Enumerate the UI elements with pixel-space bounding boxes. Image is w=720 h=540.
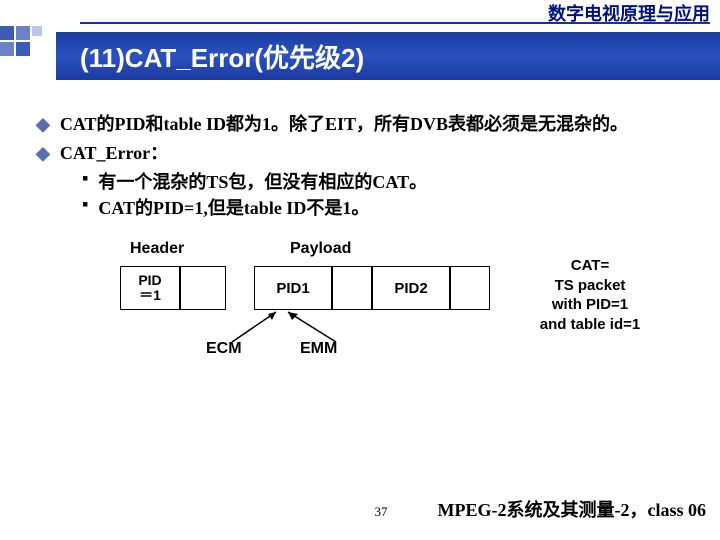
packet-diagram: Header Payload PID ＝1 PID1 PID2 CAT= TS …: [120, 240, 640, 410]
sub-bullet-1-text: 有一个混杂的TS包，但没有相应的CAT。: [98, 168, 427, 194]
square-bullet-icon: ▪: [82, 194, 88, 220]
footer: 37 MPEG-2系统及其测量-2，class 06: [0, 496, 706, 522]
pid-line2: ＝1: [139, 288, 161, 303]
square-bullet-icon: ▪: [82, 168, 88, 194]
gap-box-2: [332, 266, 372, 310]
pid-box: PID ＝1: [120, 266, 180, 310]
diamond-bullet-icon: ◆: [36, 110, 50, 139]
payload-label: Payload: [290, 240, 351, 258]
bullet-1: ◆ CAT的PID和table ID都为1。除了EIT，所有DVB表都必须是无混…: [36, 110, 700, 139]
footer-text: MPEG-2系统及其测量-2，class 06: [438, 496, 706, 522]
page-number: 37: [375, 504, 388, 520]
cat-l1: CAT=: [520, 256, 660, 276]
sub-bullet-1: ▪ 有一个混杂的TS包，但没有相应的CAT。: [82, 168, 700, 194]
cat-l4: and table id=1: [520, 315, 660, 335]
bullet-1-text: CAT的PID和table ID都为1。除了EIT，所有DVB表都必须是无混杂的…: [60, 110, 628, 139]
title-bar: (11)CAT_Error(优先级2): [0, 32, 720, 80]
gap-box-1: [180, 266, 226, 310]
header-underline: [80, 22, 710, 24]
bullet-2-text: CAT_Error：: [60, 139, 168, 168]
bullet-2: ◆ CAT_Error：: [36, 139, 700, 168]
body-content: ◆ CAT的PID和table ID都为1。除了EIT，所有DVB表都必须是无混…: [36, 110, 700, 220]
pid2-box: PID2: [372, 266, 450, 310]
gap-box-3: [450, 266, 490, 310]
pid1-box: PID1: [254, 266, 332, 310]
header-label: Header: [130, 240, 184, 258]
sub-bullet-2: ▪ CAT的PID=1,但是table ID不是1。: [82, 194, 700, 220]
diamond-bullet-icon: ◆: [36, 139, 50, 168]
pid-line1: PID: [138, 273, 161, 288]
cat-l2: TS packet: [520, 276, 660, 296]
cat-l3: with PID=1: [520, 295, 660, 315]
slide-title: (11)CAT_Error(优先级2): [56, 32, 720, 80]
arrow-emm-icon: [280, 308, 350, 348]
sub-bullet-2-text: CAT的PID=1,但是table ID不是1。: [98, 194, 369, 220]
cat-description: CAT= TS packet with PID=1 and table id=1: [520, 256, 660, 334]
